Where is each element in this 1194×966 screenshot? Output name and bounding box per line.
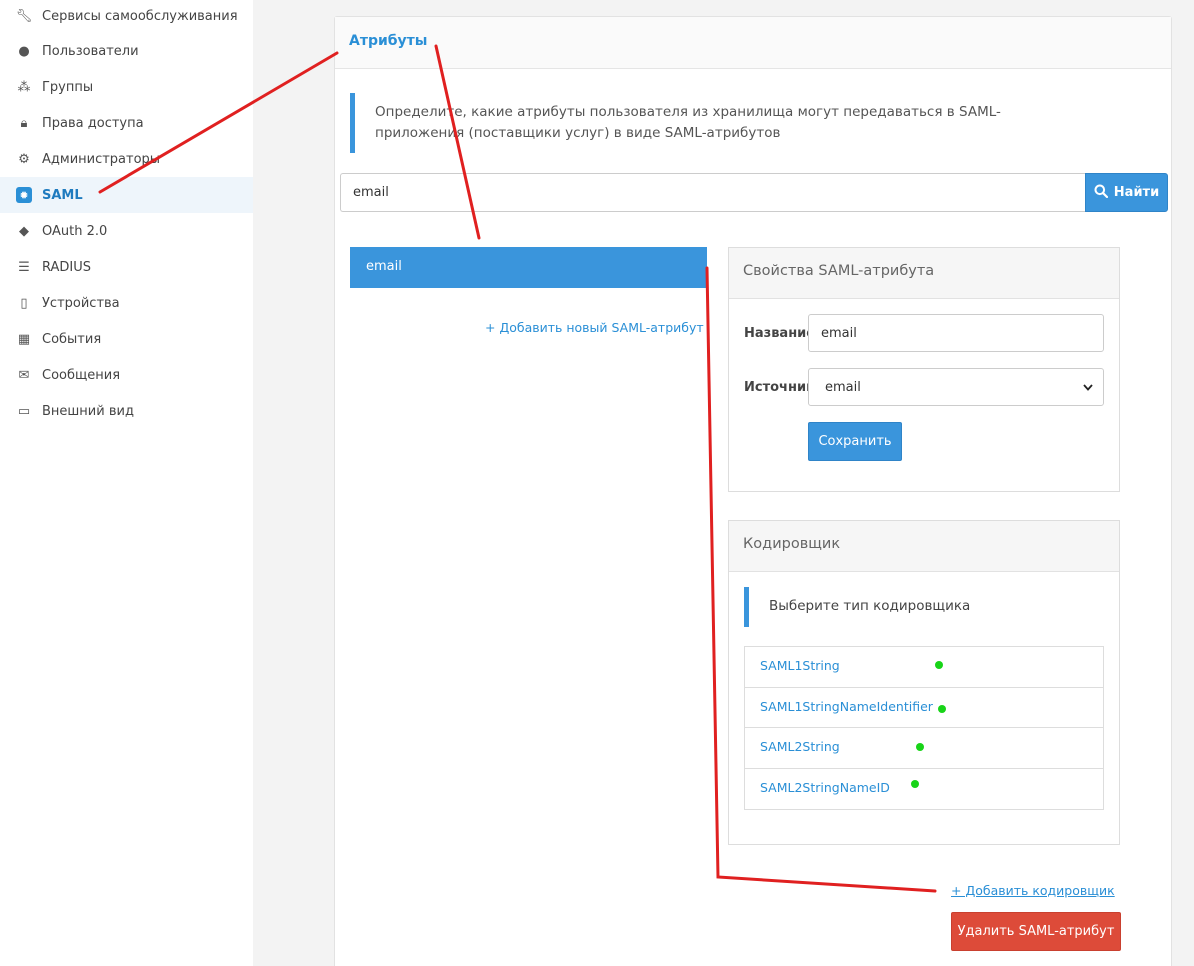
description-callout: Определите, какие атрибуты пользователя … <box>350 93 1090 153</box>
name-label: Название <box>744 325 816 341</box>
users-icon: ⁂ <box>17 79 31 95</box>
encoder-item[interactable]: SAML2String <box>745 728 1103 769</box>
calendar-icon: ▦ <box>17 331 31 347</box>
sidebar-item-label: Группы <box>42 79 94 95</box>
sidebar-item-devices[interactable]: ▯ Устройства <box>0 285 253 321</box>
delete-attribute-button[interactable]: Удалить SAML-атрибут <box>951 912 1121 951</box>
panel-header: Атрибуты <box>335 17 1171 69</box>
encoder-title: Кодировщик <box>729 521 1119 572</box>
search-icon <box>1094 184 1108 202</box>
annotation-dot <box>938 705 946 713</box>
sidebar-item-messages[interactable]: ✉ Сообщения <box>0 357 253 393</box>
source-select[interactable]: email <box>808 368 1104 406</box>
source-select-value: email <box>825 379 861 395</box>
attributes-panel: Атрибуты Определите, какие атрибуты поль… <box>334 16 1172 966</box>
sidebar-item-label: Права доступа <box>42 115 144 131</box>
encoder-hint: Выберите тип кодировщика <box>744 587 1104 627</box>
annotation-dot <box>935 661 943 669</box>
mobile-icon: ▯ <box>20 295 28 311</box>
sidebar-item-events[interactable]: ▦ События <box>0 321 253 357</box>
search-input[interactable] <box>340 173 1085 212</box>
sidebar-item-label: SAML <box>42 187 83 203</box>
sidebar-item-users[interactable]: ● Пользователи <box>0 33 253 69</box>
annotation-dot <box>911 780 919 788</box>
search-bar: Найти <box>340 173 1168 212</box>
server-icon: ☰ <box>18 259 30 275</box>
sidebar-item-label: Администраторы <box>42 151 161 167</box>
search-button[interactable]: Найти <box>1085 173 1168 212</box>
lock-icon: 🔒︎ <box>20 115 28 131</box>
monitor-icon: ▭ <box>17 403 31 419</box>
encoder-item[interactable]: SAML2StringNameID <box>745 769 1103 810</box>
attribute-properties-box: Свойства SAML-атрибута Название email Ис… <box>728 247 1120 492</box>
attribute-list-item[interactable]: email <box>350 247 707 288</box>
sidebar-item-oauth[interactable]: ◆ OAuth 2.0 <box>0 213 253 249</box>
wrench-icon: 🔧︎ <box>15 8 33 24</box>
sidebar-item-saml[interactable]: ✹ SAML <box>0 177 253 213</box>
sidebar-item-label: События <box>42 331 102 347</box>
add-attribute-link[interactable]: + Добавить новый SAML-атрибут <box>485 320 704 335</box>
sidebar-item-self-service[interactable]: 🔧︎ Сервисы самообслуживания <box>0 0 253 34</box>
sidebar-item-appearance[interactable]: ▭ Внешний вид <box>0 393 253 429</box>
properties-title: Свойства SAML-атрибута <box>729 248 1119 299</box>
page-title: Атрибуты <box>349 33 428 49</box>
sidebar-item-label: Сервисы самообслуживания <box>42 8 238 24</box>
tag-icon: ◆ <box>19 223 29 239</box>
gear-icon: ⚙ <box>18 151 30 167</box>
encoder-list: SAML1String SAML1StringNameIdentifier SA… <box>744 646 1104 810</box>
source-row: Источник email <box>744 368 1104 406</box>
sidebar-item-label: Пользователи <box>42 43 139 59</box>
sidebar: 🔧︎ Сервисы самообслуживания ● Пользовате… <box>0 0 253 966</box>
encoder-item[interactable]: SAML1StringNameIdentifier <box>745 688 1103 728</box>
name-row: Название email <box>744 314 1104 352</box>
sidebar-item-administrators[interactable]: ⚙ Администраторы <box>0 141 253 177</box>
sidebar-item-label: Сообщения <box>42 367 121 383</box>
name-field[interactable]: email <box>808 314 1104 352</box>
chevron-down-icon <box>1083 380 1093 395</box>
source-label: Источник <box>744 379 815 395</box>
save-button[interactable]: Сохранить <box>808 422 902 461</box>
sidebar-item-label: Внешний вид <box>42 403 134 419</box>
sidebar-item-label: Устройства <box>42 295 120 311</box>
annotation-dot <box>916 743 924 751</box>
add-encoder-link[interactable]: + Добавить кодировщик <box>951 883 1115 898</box>
sidebar-item-access-rights[interactable]: 🔒︎ Права доступа <box>0 105 253 141</box>
encoder-item[interactable]: SAML1String <box>745 647 1103 688</box>
search-button-label: Найти <box>1113 185 1160 200</box>
sidebar-item-label: RADIUS <box>42 259 92 275</box>
envelope-icon: ✉ <box>18 367 30 383</box>
user-icon: ● <box>18 43 30 59</box>
badge-icon: ✹ <box>16 187 32 203</box>
encoder-box: Кодировщик Выберите тип кодировщика SAML… <box>728 520 1120 845</box>
sidebar-item-radius[interactable]: ☰ RADIUS <box>0 249 253 285</box>
sidebar-item-label: OAuth 2.0 <box>42 223 108 239</box>
sidebar-item-groups[interactable]: ⁂ Группы <box>0 69 253 105</box>
